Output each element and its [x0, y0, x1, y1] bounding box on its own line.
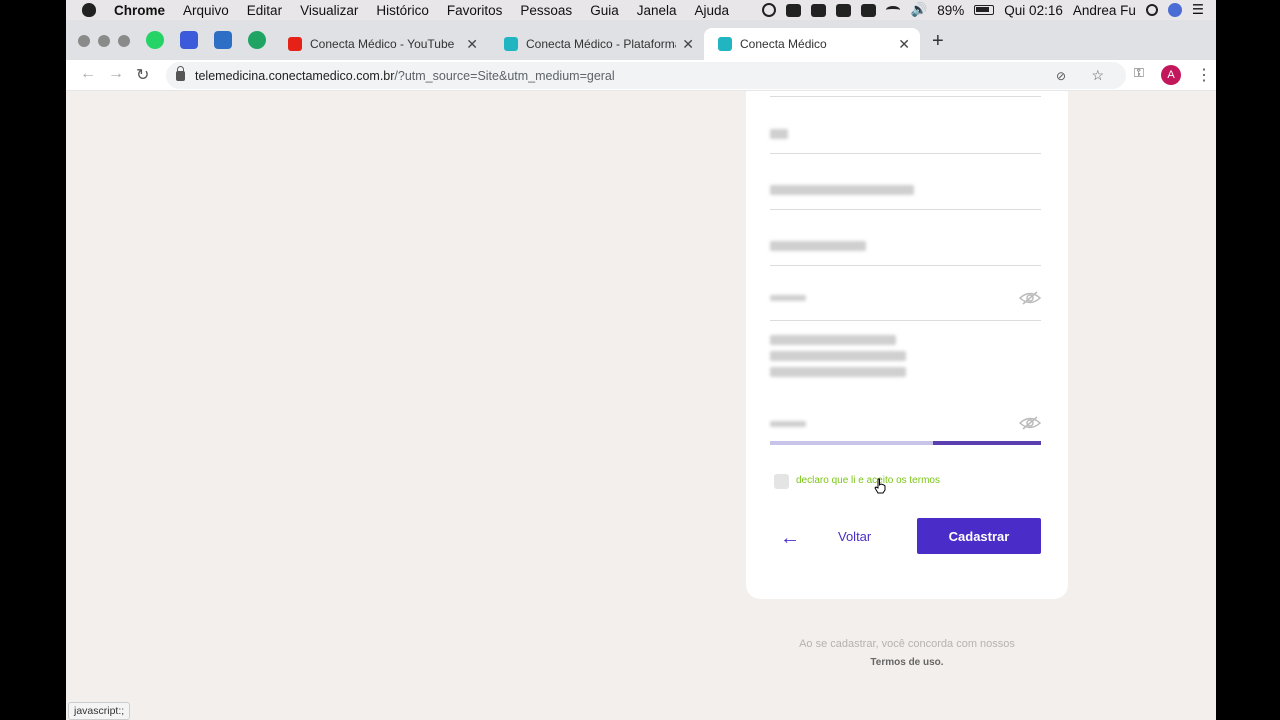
blurred-value [770, 295, 806, 301]
top-field-line [770, 91, 1041, 97]
dropbox-icon[interactable] [811, 3, 827, 17]
pocket-pinned-tab-icon[interactable] [180, 31, 198, 49]
profile-avatar[interactable]: A [1161, 65, 1181, 85]
maximize-window-button[interactable] [118, 35, 130, 47]
password-strength-bar [770, 441, 1041, 445]
wifi-icon[interactable] [886, 6, 901, 14]
menu-historico[interactable]: Histórico [376, 3, 429, 18]
record-icon[interactable] [762, 3, 777, 17]
menu-ajuda[interactable]: Ajuda [695, 3, 730, 18]
menu-editar[interactable]: Editar [247, 3, 282, 18]
close-window-button[interactable] [78, 35, 90, 47]
blurred-field-1[interactable] [770, 115, 1041, 154]
menu-arquivo[interactable]: Arquivo [183, 3, 229, 18]
volume-icon[interactable]: 🔊 [910, 2, 927, 18]
password-rules-text [770, 367, 906, 377]
tab-conecta-active[interactable]: Conecta Médico ✕ [704, 28, 920, 60]
url-text[interactable]: telemedicina.conectamedico.com.br/?utm_s… [195, 69, 615, 83]
tab-title: Conecta Médico - YouTube [310, 37, 455, 51]
terms-checkbox-label[interactable]: declaro que li e aceito os termos [796, 475, 940, 486]
terms-checkbox[interactable] [774, 474, 789, 489]
blurred-field-email[interactable] [770, 171, 1041, 210]
signup-card: declaro que li e aceito os termos ← Volt… [746, 91, 1068, 599]
conecta-icon [504, 37, 518, 51]
address-bar[interactable]: telemedicina.conectamedico.com.br/?utm_s… [166, 62, 1126, 89]
menu-guia[interactable]: Guia [590, 3, 619, 18]
cloud-icon[interactable] [836, 3, 852, 17]
blurred-value [770, 129, 788, 139]
hand-cursor-icon [874, 478, 886, 494]
menu-pessoas[interactable]: Pessoas [520, 3, 572, 18]
hide-password-eye-icon[interactable] [1019, 416, 1041, 430]
password-strength-fill [770, 441, 933, 445]
tab-youtube[interactable]: Conecta Médico - YouTube ✕ [274, 28, 488, 60]
pen-icon[interactable] [786, 3, 802, 17]
new-tab-button[interactable]: + [932, 31, 944, 51]
reload-icon[interactable]: ↻ [136, 65, 149, 85]
notification-center-icon[interactable]: ☰ [1192, 2, 1204, 18]
url-host: telemedicina.conectamedico.com.br [195, 68, 395, 83]
conecta-icon [718, 37, 732, 51]
battery-percent: 89% [937, 2, 965, 18]
menu-visualizar[interactable]: Visualizar [300, 3, 358, 18]
confirm-password-field[interactable] [770, 407, 1041, 443]
whatsapp-pinned-tab-icon[interactable] [146, 31, 164, 49]
submit-button[interactable]: Cadastrar [917, 518, 1041, 554]
menu-app-name[interactable]: Chrome [114, 3, 165, 18]
hangouts-pinned-tab-icon[interactable] [248, 31, 266, 49]
blurred-value [770, 241, 866, 251]
menu-dots-icon[interactable]: ⋮ [1196, 65, 1212, 85]
tab-title: Conecta Médico - Plataforma c [526, 37, 676, 51]
screen: Chrome Arquivo Editar Visualizar Históri… [66, 0, 1216, 720]
password-field[interactable] [770, 283, 1041, 321]
close-tab-icon[interactable]: ✕ [682, 36, 694, 53]
back-button[interactable]: Voltar [838, 529, 871, 544]
close-tab-icon[interactable]: ✕ [898, 36, 910, 53]
password-rules-text [770, 335, 896, 345]
menu-janela[interactable]: Janela [637, 3, 677, 18]
translate-icon[interactable]: ⊘ [1056, 69, 1066, 83]
blurred-value [770, 185, 914, 195]
malwarebytes-icon[interactable] [861, 3, 877, 17]
footer-consent-text: Ao se cadastrar, você concorda com nosso… [799, 638, 1015, 650]
browser-toolbar: ← → ↻ telemedicina.conectamedico.com.br/… [66, 60, 1216, 91]
mac-menubar: Chrome Arquivo Editar Visualizar Históri… [66, 0, 1216, 20]
blurred-value [770, 421, 806, 427]
password-rules-text [770, 351, 906, 361]
tab-strip: Conecta Médico - YouTube ✕ Conecta Médic… [66, 20, 1216, 60]
back-arrow-icon[interactable]: ← [780, 527, 800, 550]
forward-icon[interactable]: → [108, 65, 124, 83]
trello-pinned-tab-icon[interactable] [214, 31, 232, 49]
menubar-status-area: 🔊 89% Qui 02:16 Andrea Fu ☰ [762, 0, 1204, 20]
youtube-icon [288, 37, 302, 51]
battery-icon[interactable] [974, 5, 995, 15]
back-icon[interactable]: ← [80, 65, 96, 83]
spotlight-search-icon[interactable] [1145, 4, 1158, 16]
bookmark-star-icon[interactable]: ☆ [1091, 67, 1104, 84]
close-tab-icon[interactable]: ✕ [466, 36, 478, 53]
apple-icon[interactable] [82, 3, 96, 17]
url-path: /?utm_source=Site&utm_medium=geral [394, 68, 615, 83]
key-icon[interactable]: ⚿ [1134, 65, 1144, 81]
window-controls [78, 35, 130, 47]
blurred-field-phone[interactable] [770, 227, 1041, 266]
terms-of-use-link[interactable]: Termos de uso. [746, 657, 1068, 668]
user-name[interactable]: Andrea Fu [1073, 3, 1136, 18]
lock-icon[interactable] [176, 65, 185, 81]
clock[interactable]: Qui 02:16 [1004, 3, 1063, 18]
siri-icon[interactable] [1167, 3, 1182, 17]
tab-title: Conecta Médico [740, 37, 827, 51]
menu-favoritos[interactable]: Favoritos [447, 3, 503, 18]
minimize-window-button[interactable] [98, 35, 110, 47]
tab-plataforma[interactable]: Conecta Médico - Plataforma c ✕ [490, 28, 704, 60]
status-bar-url: javascript:; [68, 702, 131, 720]
hide-password-eye-icon[interactable] [1019, 291, 1041, 305]
